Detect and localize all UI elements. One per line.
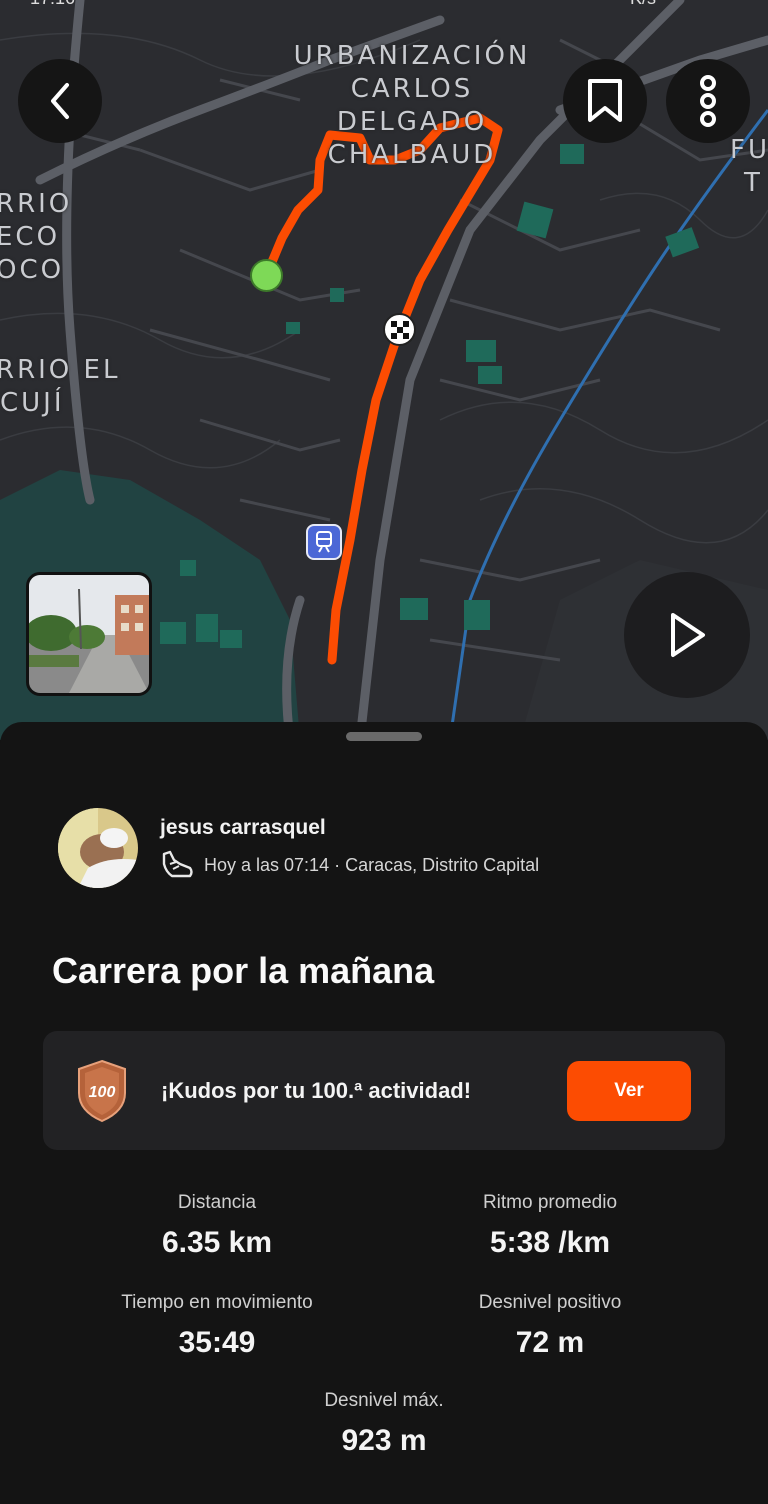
- map-label-line: CARLOS: [350, 74, 474, 104]
- stat-label: Tiempo en movimiento: [121, 1292, 313, 1313]
- map-label-line: OCO: [0, 255, 65, 285]
- milestone-badge-icon: 100: [75, 1059, 129, 1128]
- bookmark-icon: [588, 79, 622, 122]
- kudos-message: ¡Kudos por tu 100.ª actividad!: [161, 1078, 472, 1103]
- stat-moving-time: Tiempo en movimiento 35:49: [57, 1292, 377, 1360]
- status-time: 17:16: [30, 0, 75, 9]
- map-label-line: ECO: [0, 222, 61, 252]
- map-label-line: T: [744, 168, 763, 198]
- activity-photo-thumbnail[interactable]: [26, 572, 152, 696]
- stat-value: 6.35 km: [161, 1226, 273, 1259]
- status-bar: 17:16 K/s: [0, 0, 768, 12]
- stat-value: 72 m: [515, 1326, 585, 1359]
- stat-label: Distancia: [177, 1192, 257, 1213]
- running-shoe-icon: [162, 850, 193, 878]
- stat-label: Desnivel máx.: [324, 1390, 444, 1411]
- back-button[interactable]: [18, 59, 102, 143]
- stat-elevation-gain: Desnivel positivo 72 m: [390, 1292, 710, 1360]
- badge-number: 100: [89, 1084, 116, 1101]
- stat-max-elevation: Desnivel máx. 923 m: [224, 1390, 544, 1458]
- stat-label: Desnivel positivo: [478, 1292, 622, 1313]
- stat-value: 923 m: [341, 1424, 427, 1457]
- start-marker-icon: [250, 259, 283, 292]
- map-label-barrio: RRIO ECO OCO: [0, 188, 72, 287]
- play-flyover-button[interactable]: [624, 572, 750, 698]
- metro-station-icon: [306, 524, 342, 560]
- activity-date-location: Hoy a las 07:14 · Caracas, Distrito Capi…: [204, 854, 540, 875]
- stat-avg-pace: Ritmo promedio 5:38 /km: [390, 1192, 710, 1260]
- activity-title: Carrera por la mañana: [52, 950, 435, 991]
- sheet-drag-handle[interactable]: [346, 732, 422, 741]
- map-label-barrio-el-cuji: RRIO EL CUJÍ: [0, 354, 120, 420]
- map-label-line: FU: [730, 135, 768, 165]
- view-kudos-button[interactable]: Ver: [567, 1061, 691, 1121]
- route-map[interactable]: 17:16 K/s URBANIZACIÓN CARLOS DELGADO CH…: [0, 0, 768, 740]
- map-label-line: CUJÍ: [0, 388, 65, 418]
- map-label-line: CHALBAUD: [327, 140, 497, 170]
- stat-value: 5:38 /km: [489, 1226, 611, 1259]
- map-label-urbanizacion: URBANIZACIÓN CARLOS DELGADO CHALBAUD: [282, 40, 542, 172]
- more-vertical-icon: [700, 75, 716, 127]
- map-label-line: URBANIZACIÓN: [293, 41, 531, 71]
- play-icon: [671, 613, 705, 657]
- map-label-right-edge: FU T: [730, 134, 768, 200]
- stat-label: Ritmo promedio: [482, 1192, 618, 1213]
- map-label-line: RRIO EL: [0, 355, 121, 385]
- activity-meta: Hoy a las 07:14 · Caracas, Distrito Capi…: [160, 850, 539, 880]
- avatar[interactable]: [58, 808, 138, 888]
- chevron-left-icon: [51, 83, 69, 119]
- bookmark-button[interactable]: [563, 59, 647, 143]
- status-speed: K/s: [630, 0, 656, 9]
- map-label-line: RRIO: [0, 189, 73, 219]
- stat-value: 35:49: [178, 1326, 256, 1359]
- more-options-button[interactable]: [666, 59, 750, 143]
- athlete-name[interactable]: jesus carrasquel: [160, 816, 326, 840]
- activity-sheet: jesus carrasquel Hoy a las 07:14 · Carac…: [0, 722, 768, 1504]
- stat-distance: Distancia 6.35 km: [57, 1192, 377, 1260]
- kudos-card: 100 ¡Kudos por tu 100.ª actividad! Ver: [43, 1031, 725, 1150]
- finish-flag-icon: [383, 313, 416, 346]
- map-label-line: DELGADO: [336, 107, 488, 137]
